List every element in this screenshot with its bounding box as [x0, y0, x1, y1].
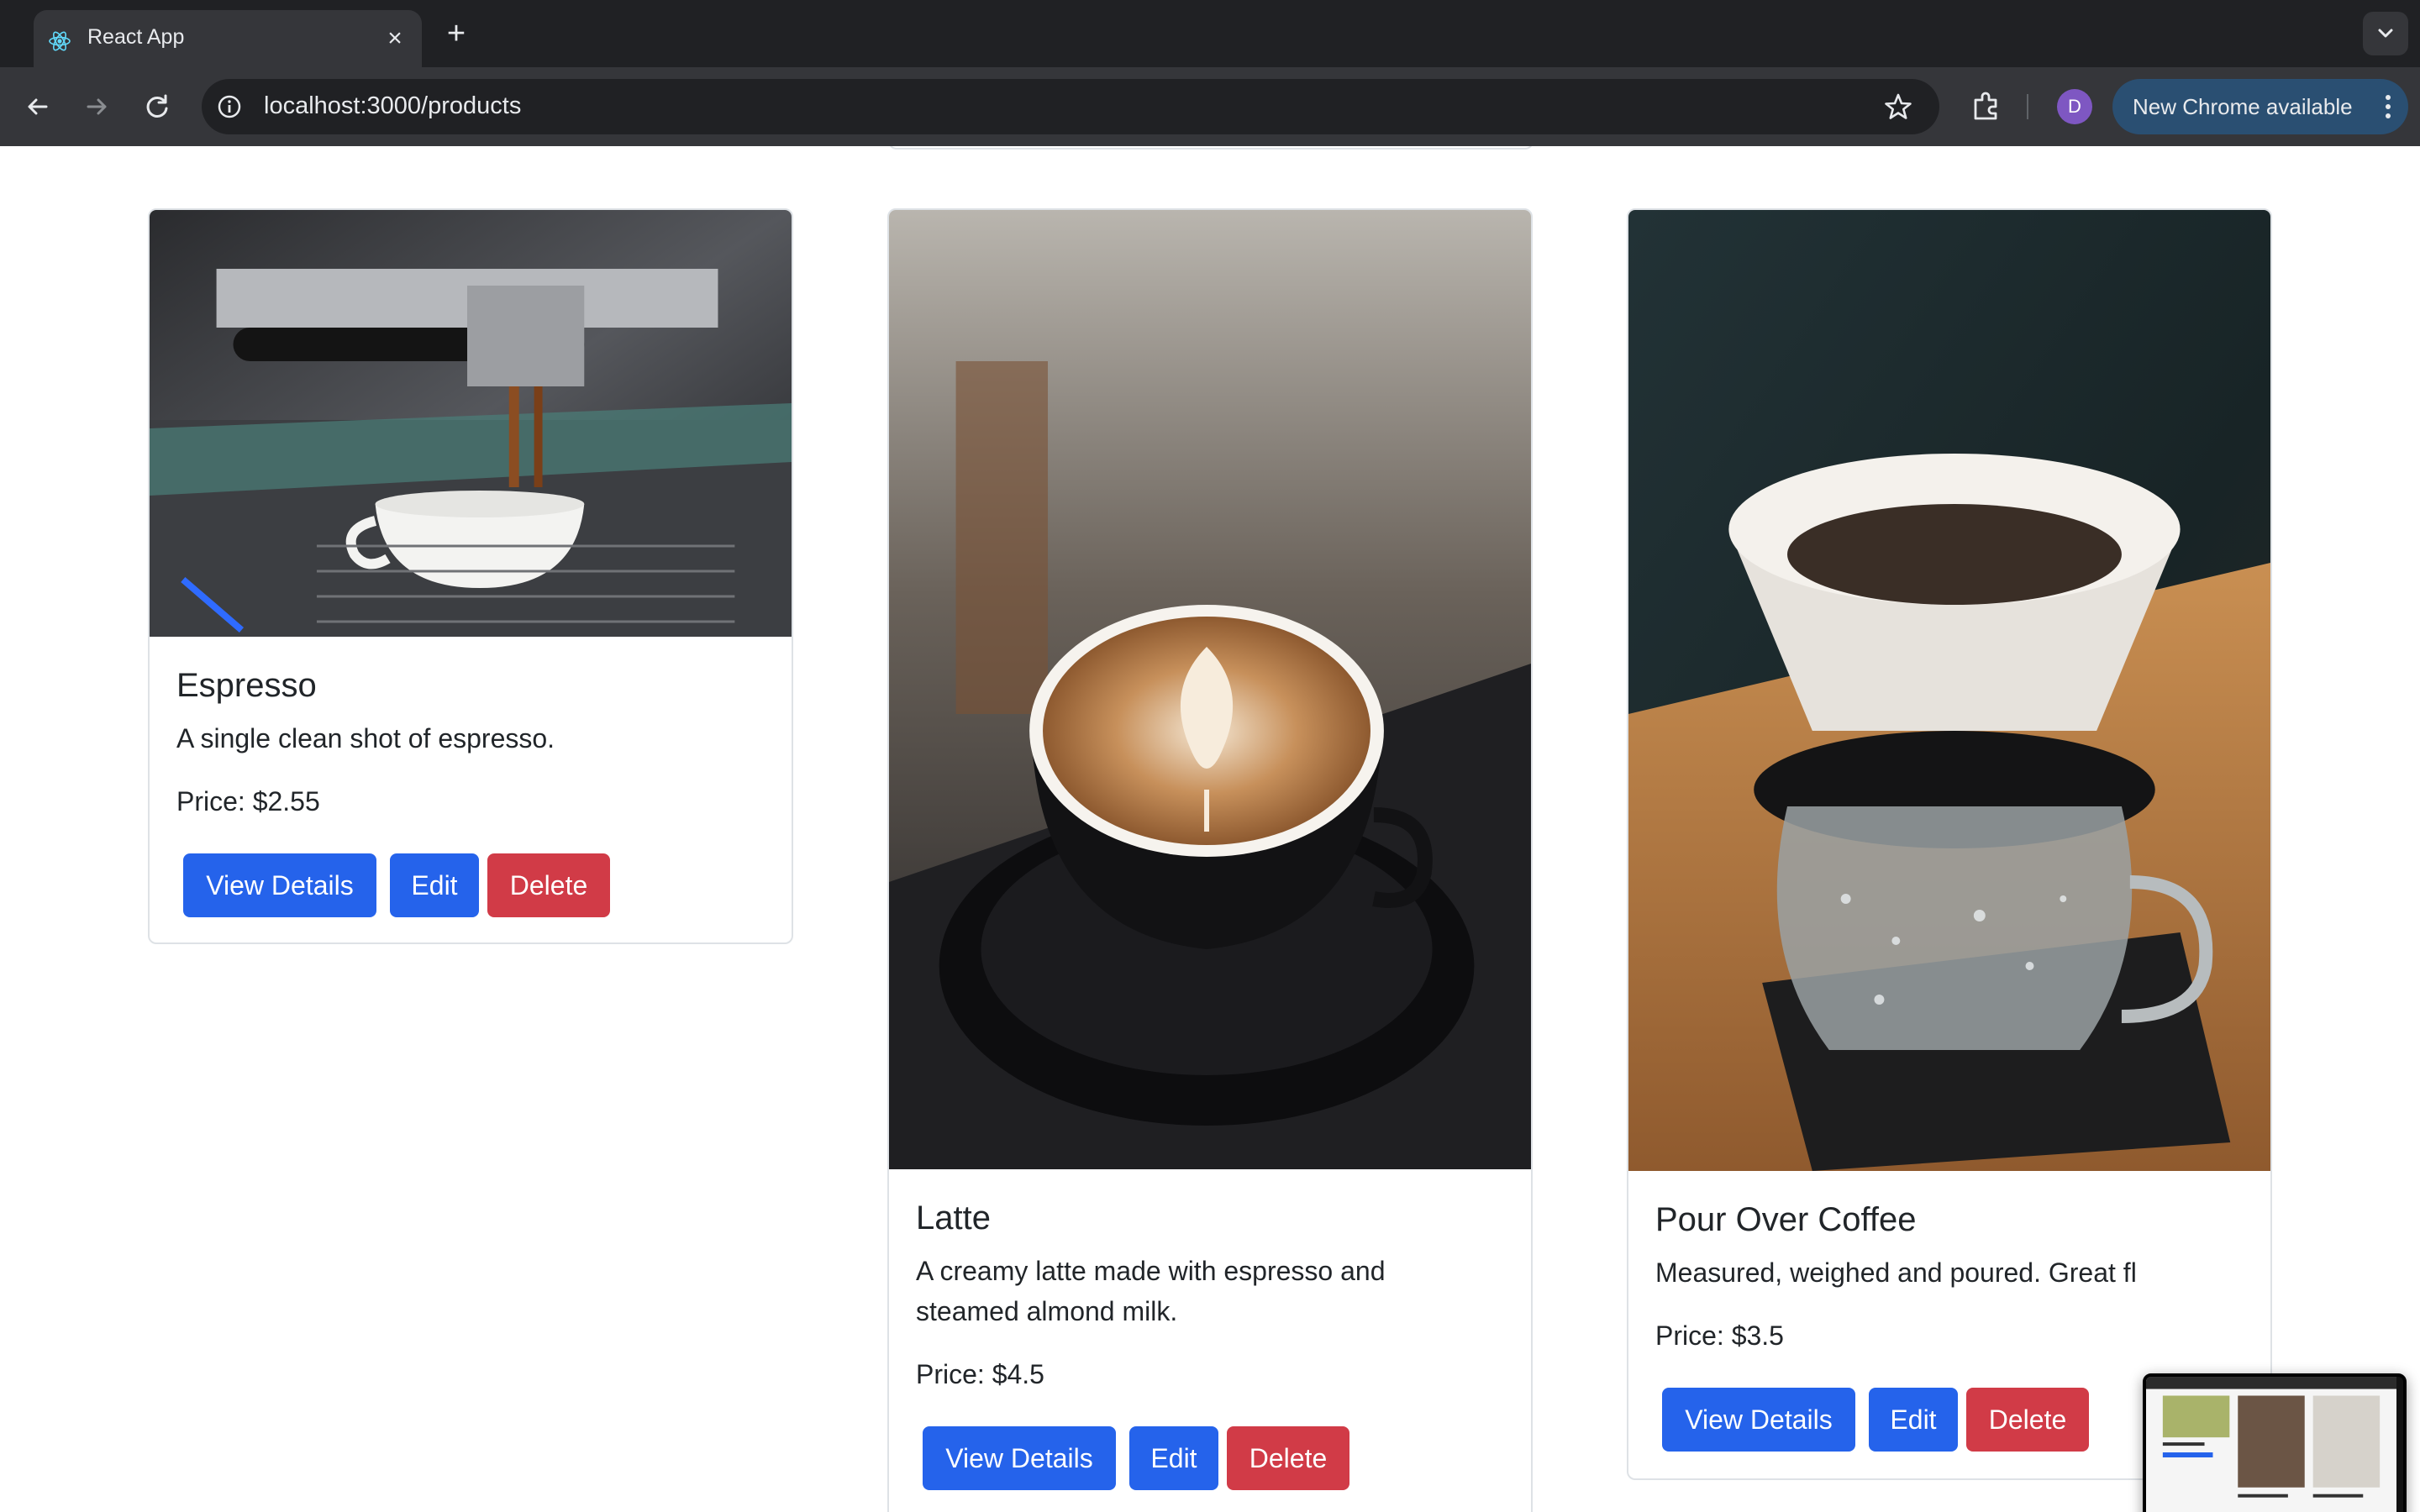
browser-toolbar: localhost:3000/products D New Chrome ava…: [0, 67, 2420, 146]
reload-icon[interactable]: [138, 87, 176, 126]
product-image-latte: [889, 210, 1531, 1169]
product-description: Measured, weighed and poured. Great fl: [1655, 1257, 2137, 1288]
product-description: A single clean shot of espresso.: [176, 723, 555, 753]
product-name: Latte: [916, 1200, 991, 1236]
url-text[interactable]: localhost:3000/products: [264, 92, 521, 120]
chrome-update-button[interactable]: New Chrome available: [2112, 79, 2408, 134]
react-logo-icon: [49, 31, 71, 51]
site-info-icon[interactable]: [215, 92, 244, 121]
previous-card-edge: [888, 146, 1534, 150]
view-details-button[interactable]: View Details: [1662, 1388, 1855, 1452]
tab-title: React App: [87, 25, 185, 49]
update-label: New Chrome available: [2133, 94, 2353, 119]
edit-button[interactable]: Edit: [1869, 1388, 1958, 1452]
close-tab-icon[interactable]: ×: [378, 22, 412, 55]
delete-button[interactable]: Delete: [487, 853, 610, 917]
new-tab-icon[interactable]: +: [437, 15, 476, 54]
delete-button[interactable]: Delete: [1227, 1426, 1349, 1490]
product-price: Price: $3.5: [1655, 1320, 1784, 1351]
browser-tab-strip: React App × +: [0, 0, 2420, 67]
edit-button[interactable]: Edit: [1129, 1426, 1218, 1490]
product-image-pour-over: [1628, 210, 2270, 1171]
product-card-espresso: Espresso A single clean shot of espresso…: [148, 208, 793, 944]
toolbar-divider: [2027, 94, 2028, 119]
profile-avatar[interactable]: D: [2057, 89, 2092, 124]
bookmark-star-icon[interactable]: [1882, 91, 1914, 123]
page-viewport: Espresso A single clean shot of espresso…: [0, 146, 2420, 1512]
delete-button[interactable]: Delete: [1966, 1388, 2089, 1452]
tab-search-button[interactable]: [2363, 12, 2408, 55]
product-description: A creamy latte made with espresso and st…: [916, 1256, 1386, 1326]
product-image-espresso: [150, 210, 792, 637]
chevron-down-icon: [2378, 29, 2393, 38]
extensions-puzzle-icon[interactable]: [1968, 87, 2005, 124]
product-name: Espresso: [176, 667, 317, 704]
view-details-button[interactable]: View Details: [183, 853, 376, 917]
product-name: Pour Over Coffee: [1655, 1201, 1917, 1238]
product-card-pour-over: Pour Over Coffee Measured, weighed and p…: [1627, 208, 2272, 1480]
product-price: Price: $4.5: [916, 1359, 1044, 1389]
product-card-latte: Latte A creamy latte made with espresso …: [887, 208, 1533, 1512]
view-details-button[interactable]: View Details: [923, 1426, 1116, 1490]
forward-arrow-icon[interactable]: [77, 87, 116, 126]
back-arrow-icon[interactable]: [18, 87, 57, 126]
product-price: Price: $2.55: [176, 786, 320, 816]
edit-button[interactable]: Edit: [390, 853, 479, 917]
more-options-icon: [2386, 95, 2391, 118]
browser-tab[interactable]: React App ×: [34, 10, 422, 67]
screenshot-thumbnail-preview[interactable]: [2143, 1373, 2407, 1512]
address-bar[interactable]: localhost:3000/products: [202, 79, 1939, 134]
